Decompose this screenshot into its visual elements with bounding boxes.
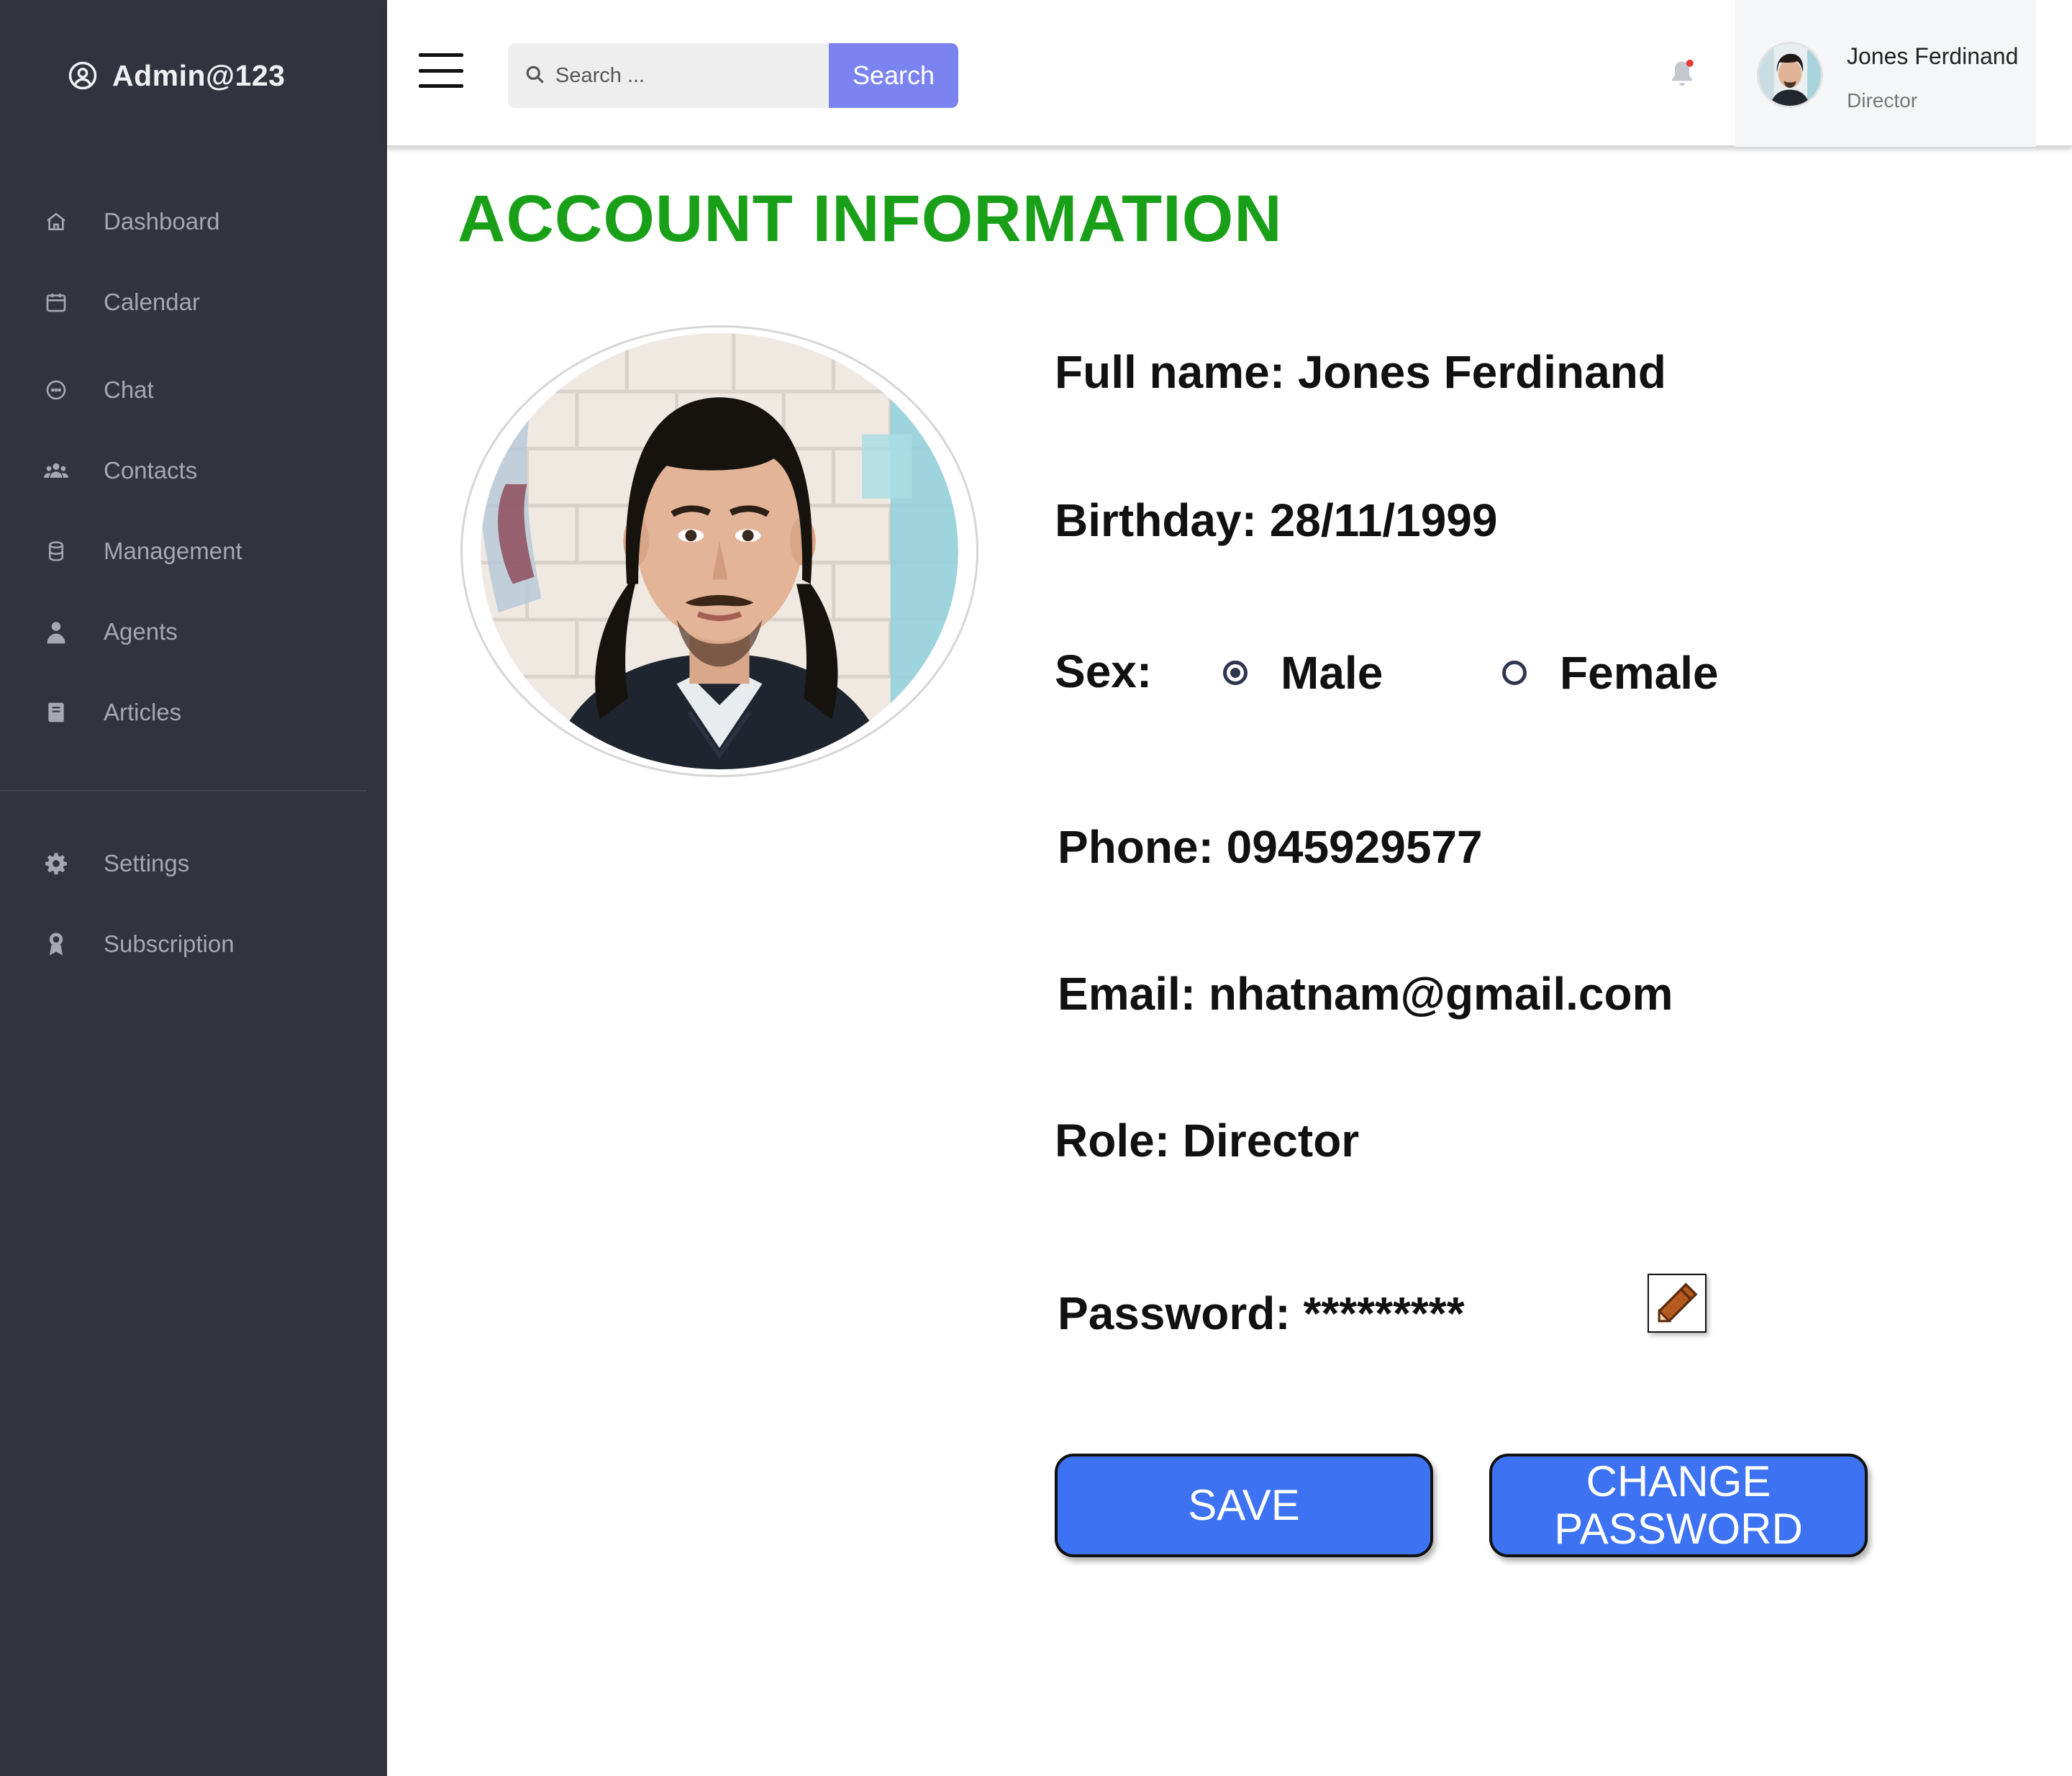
sidebar-item-label: Contacts — [104, 457, 198, 484]
sidebar-item-settings[interactable]: Settings — [0, 835, 387, 892]
top-header: Search Jones Ferdinand Director — [387, 0, 2072, 147]
search-button[interactable]: Search — [829, 43, 958, 108]
page-title: ACCOUNT INFORMATION — [458, 182, 1283, 255]
sidebar-item-label: Settings — [104, 850, 190, 876]
phone-field: Phone: 0945929577 — [1058, 821, 1483, 873]
radio-label-female: Female — [1560, 647, 1719, 699]
pencil-icon — [1658, 1282, 1698, 1323]
avatar[interactable] — [1757, 42, 1823, 108]
agent-icon — [43, 619, 69, 645]
profile-portrait-image — [481, 332, 958, 770]
sidebar-item-label: Agents — [104, 618, 178, 645]
edit-password-button[interactable] — [1648, 1274, 1707, 1333]
search-box — [508, 43, 830, 108]
sidebar-item-label: Management — [104, 538, 242, 564]
sex-radio-female[interactable]: Female — [1502, 646, 1719, 699]
home-icon — [43, 209, 69, 235]
radio-button-unchecked[interactable] — [1502, 661, 1527, 685]
search-icon — [526, 65, 544, 83]
change-password-button[interactable]: CHANGE PASSWORD — [1489, 1454, 1868, 1557]
sidebar-item-label: Calendar — [104, 289, 200, 315]
full-name-field: Full name: Jones Ferdinand — [1055, 346, 1666, 398]
sidebar-item-contacts[interactable]: Contacts — [0, 442, 387, 499]
radio-button-checked[interactable] — [1223, 661, 1248, 685]
sidebar-item-label: Articles — [104, 699, 182, 725]
database-icon — [43, 538, 69, 564]
user-profile-panel[interactable]: Jones Ferdinand Director — [1735, 0, 2036, 147]
sidebar-item-articles[interactable]: Articles — [0, 684, 387, 741]
gear-icon — [43, 851, 69, 876]
sidebar-item-calendar[interactable]: Calendar — [0, 273, 387, 331]
sidebar-divider — [0, 790, 367, 792]
brand[interactable]: Admin@123 — [68, 58, 285, 94]
contacts-icon — [43, 458, 69, 484]
save-button[interactable]: SAVE — [1055, 1454, 1433, 1557]
hamburger-menu-icon[interactable] — [419, 53, 463, 88]
notification-bell-icon[interactable] — [1668, 58, 1696, 89]
sidebar-item-chat[interactable]: Chat — [0, 361, 387, 419]
sidebar-item-agents[interactable]: Agents — [0, 603, 387, 661]
sidebar-item-label: Chat — [104, 376, 154, 403]
birthday-field: Birthday: 28/11/1999 — [1055, 494, 1498, 546]
user-circle-icon — [68, 61, 97, 90]
user-name: Jones Ferdinand — [1847, 43, 2019, 69]
sidebar-item-management[interactable]: Management — [0, 522, 387, 580]
notification-dot — [1686, 59, 1694, 67]
user-role: Director — [1847, 89, 1918, 112]
book-icon — [43, 699, 69, 725]
sidebar-item-label: Dashboard — [104, 208, 220, 235]
search-input[interactable] — [555, 43, 822, 108]
brand-username: Admin@123 — [112, 58, 286, 92]
sidebar-item-dashboard[interactable]: Dashboard — [0, 193, 387, 250]
sex-radio-male[interactable]: Male — [1223, 646, 1383, 699]
sidebar-item-label: Subscription — [104, 930, 235, 957]
award-icon — [43, 931, 69, 957]
role-field: Role: Director — [1055, 1115, 1360, 1166]
sidebar-item-subscription[interactable]: Subscription — [0, 915, 387, 973]
chat-icon — [43, 377, 69, 403]
sidebar: Admin@123 Dashboard Calendar Chat Contac… — [0, 0, 387, 1776]
email-field: Email: nhatnam@gmail.com — [1058, 968, 1673, 1020]
calendar-icon — [43, 289, 69, 315]
sex-label: Sex: — [1055, 645, 1153, 697]
profile-photo — [460, 325, 978, 777]
password-field: Password: ********* — [1058, 1287, 1465, 1339]
radio-label-male: Male — [1281, 647, 1383, 699]
